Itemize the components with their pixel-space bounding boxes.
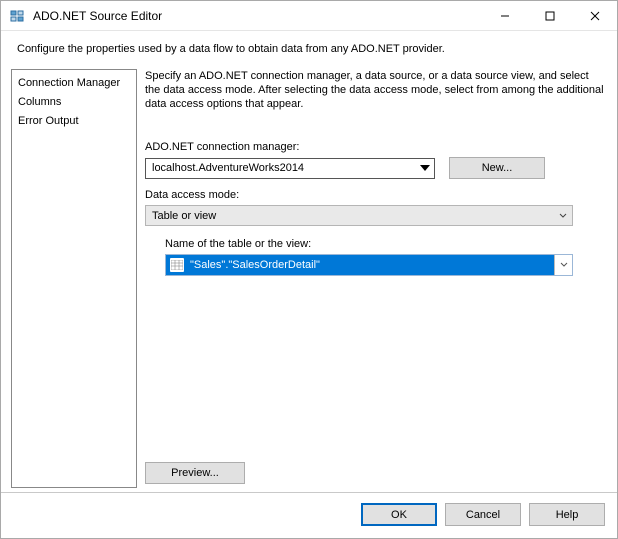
window-title: ADO.NET Source Editor (31, 9, 482, 23)
data-access-mode-combo[interactable]: Table or view (145, 205, 573, 226)
connection-manager-label: ADO.NET connection manager: (145, 141, 607, 153)
connection-manager-row: ADO.NET connection manager: localhost.Ad… (145, 141, 607, 179)
ok-button[interactable]: OK (361, 503, 437, 526)
cancel-button[interactable]: Cancel (445, 503, 521, 526)
dialog-description: Configure the properties used by a data … (1, 31, 617, 69)
sidebar-item-columns[interactable]: Columns (12, 93, 136, 112)
dialog-footer: OK Cancel Help (1, 492, 617, 538)
table-name-selected: "Sales"."SalesOrderDetail" (166, 255, 554, 275)
minimize-button[interactable] (482, 1, 527, 30)
preview-button[interactable]: Preview... (145, 462, 245, 484)
table-name-value: "Sales"."SalesOrderDetail" (190, 259, 320, 271)
data-access-mode-value: Table or view (146, 210, 554, 222)
table-icon (170, 258, 184, 272)
button-label: New... (482, 162, 513, 174)
new-button[interactable]: New... (449, 157, 545, 179)
dialog-window: ADO.NET Source Editor Configure the prop… (0, 0, 618, 539)
sidebar: Connection Manager Columns Error Output (11, 69, 137, 488)
help-button[interactable]: Help (529, 503, 605, 526)
connection-manager-value: localhost.AdventureWorks2014 (146, 162, 416, 174)
window-buttons (482, 1, 617, 30)
sidebar-item-label: Error Output (18, 115, 79, 127)
button-label: OK (391, 509, 407, 521)
button-label: Cancel (466, 509, 500, 521)
data-access-mode-label: Data access mode: (145, 189, 607, 201)
dropdown-arrow-icon (416, 159, 434, 178)
sidebar-item-error-output[interactable]: Error Output (12, 112, 136, 131)
chevron-down-icon (554, 255, 572, 275)
connection-manager-combo[interactable]: localhost.AdventureWorks2014 (145, 158, 435, 179)
table-name-label: Name of the table or the view: (165, 238, 607, 250)
button-label: Preview... (171, 467, 219, 479)
panel-instructions: Specify an ADO.NET connection manager, a… (145, 69, 607, 111)
titlebar: ADO.NET Source Editor (1, 1, 617, 31)
sidebar-item-label: Connection Manager (18, 77, 120, 89)
dialog-body: Connection Manager Columns Error Output … (1, 69, 617, 492)
maximize-button[interactable] (527, 1, 572, 30)
sidebar-item-label: Columns (18, 96, 61, 108)
main-panel: Specify an ADO.NET connection manager, a… (145, 69, 607, 488)
app-icon (9, 8, 25, 24)
table-name-combo[interactable]: "Sales"."SalesOrderDetail" (165, 254, 573, 276)
data-access-mode-row: Data access mode: Table or view (145, 189, 607, 226)
sidebar-item-connection-manager[interactable]: Connection Manager (12, 74, 136, 93)
close-button[interactable] (572, 1, 617, 30)
table-select-section: Name of the table or the view: (165, 238, 607, 276)
preview-row: Preview... (145, 462, 245, 484)
chevron-down-icon (554, 206, 572, 225)
button-label: Help (556, 509, 579, 521)
